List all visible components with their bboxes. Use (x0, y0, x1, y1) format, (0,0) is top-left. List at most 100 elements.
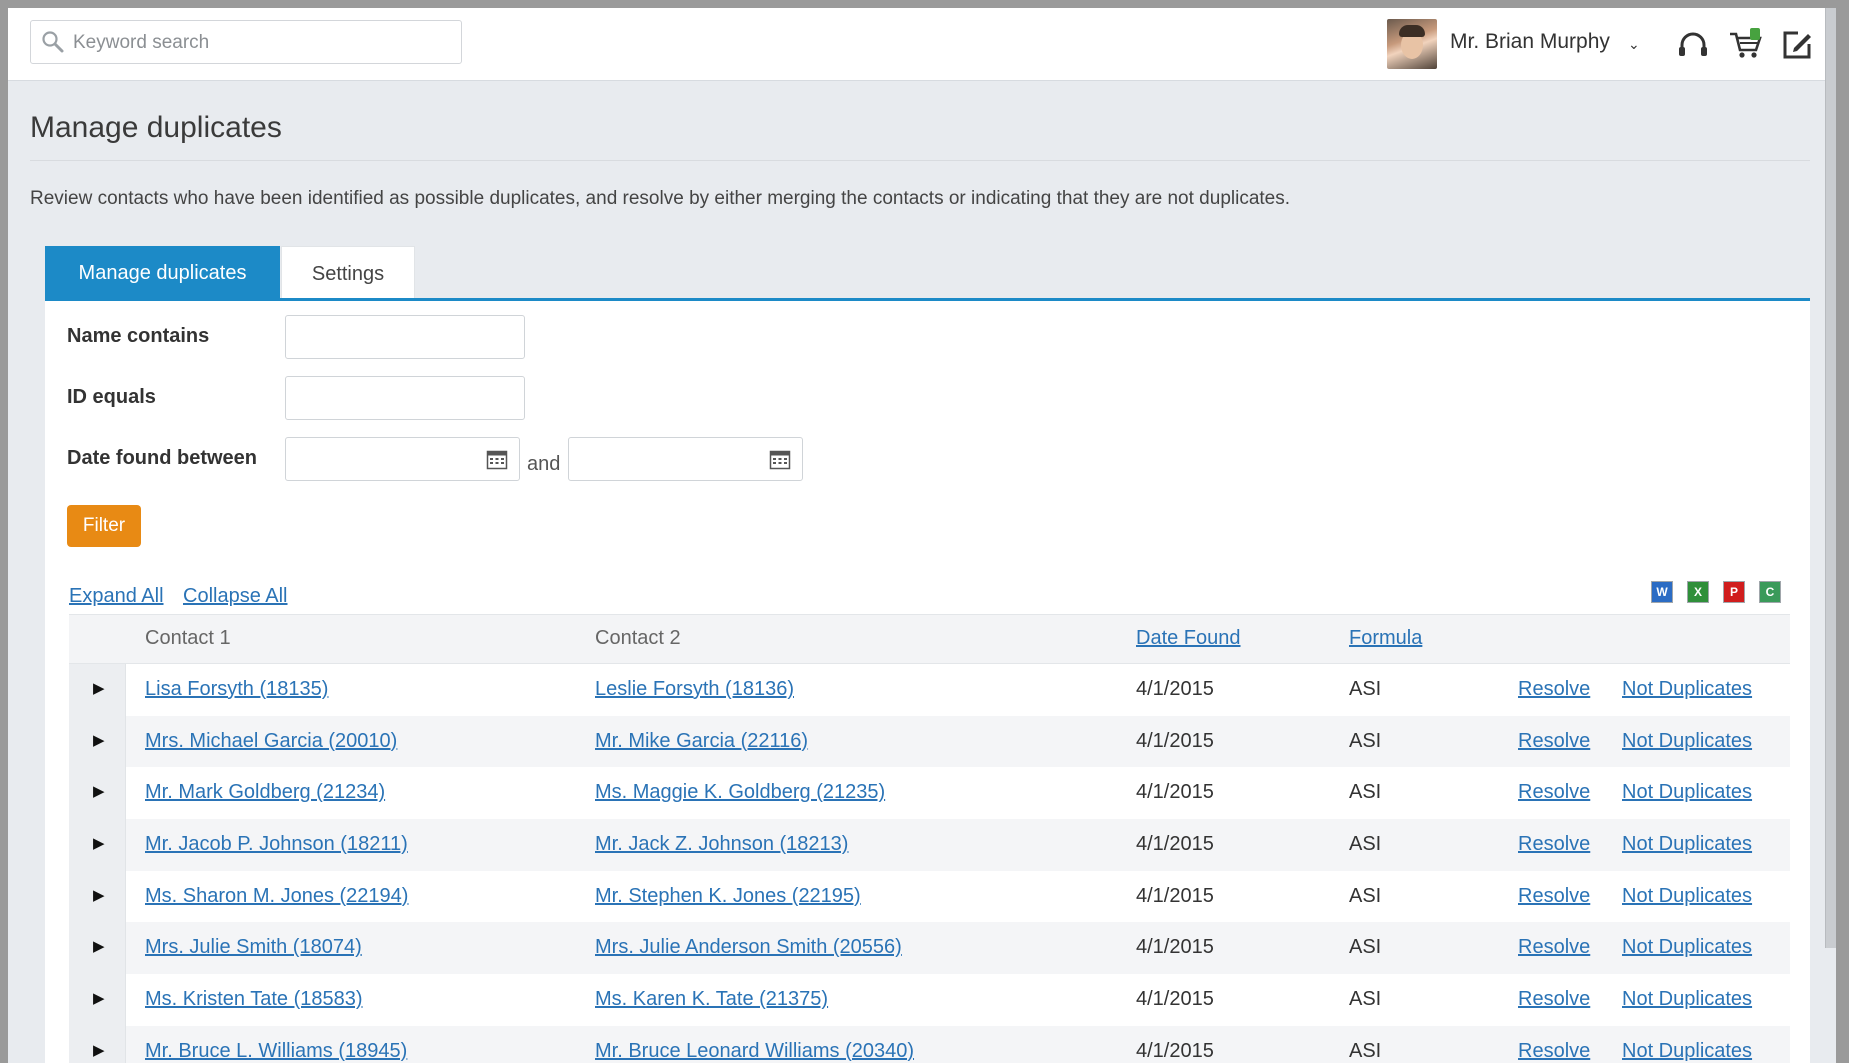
date-found-value: 4/1/2015 (1136, 1039, 1214, 1062)
excel-export-icon[interactable]: X (1687, 581, 1709, 603)
page-description: Review contacts who have been identified… (30, 188, 1291, 209)
pdf-export-icon[interactable]: P (1723, 581, 1745, 603)
expand-row-toggle[interactable]: ▶ (69, 1025, 126, 1063)
expand-row-toggle[interactable]: ▶ (69, 664, 126, 716)
title-divider (30, 160, 1810, 161)
not-duplicates-link[interactable]: Not Duplicates (1622, 1040, 1752, 1063)
formula-value: ASI (1349, 1039, 1382, 1062)
word-export-icon[interactable]: W (1651, 581, 1673, 603)
formula-value: ASI (1349, 833, 1382, 856)
date-found-value: 4/1/2015 (1136, 936, 1214, 959)
contact-2-link[interactable]: Mr. Bruce Leonard Williams (20340) (595, 1040, 914, 1063)
not-duplicates-link[interactable]: Not Duplicates (1622, 988, 1752, 1011)
resolve-link[interactable]: Resolve (1518, 678, 1590, 701)
and-label: and (527, 453, 561, 475)
contact-1-link[interactable]: Mrs. Michael Garcia (20010) (145, 730, 397, 753)
not-duplicates-link[interactable]: Not Duplicates (1622, 781, 1752, 804)
formula-value: ASI (1349, 936, 1382, 959)
keyword-search-box[interactable] (30, 20, 462, 64)
not-duplicates-link[interactable]: Not Duplicates (1622, 833, 1752, 856)
column-date-found[interactable]: Date Found (1136, 627, 1241, 650)
resolve-link[interactable]: Resolve (1518, 730, 1590, 753)
resolve-link[interactable]: Resolve (1518, 781, 1590, 804)
expand-arrow-icon[interactable]: ▶ (93, 1041, 105, 1059)
expand-row-toggle[interactable]: ▶ (69, 974, 126, 1026)
expand-row-toggle[interactable]: ▶ (69, 767, 126, 820)
id-equals-input[interactable] (285, 376, 525, 420)
expand-all-link[interactable]: Expand All (69, 585, 164, 608)
name-contains-input[interactable] (285, 315, 525, 359)
chevron-down-icon[interactable]: ⌄ (1628, 36, 1640, 53)
expand-arrow-icon[interactable]: ▶ (93, 989, 105, 1007)
contact-1-link[interactable]: Mr. Bruce L. Williams (18945) (145, 1040, 407, 1063)
user-name[interactable]: Mr. Brian Murphy (1450, 30, 1610, 54)
id-equals-label: ID equals (67, 386, 156, 408)
expand-row-toggle[interactable]: ▶ (69, 819, 126, 871)
contact-1-link[interactable]: Ms. Kristen Tate (18583) (145, 988, 363, 1011)
expand-arrow-icon[interactable]: ▶ (93, 679, 105, 697)
resolve-link[interactable]: Resolve (1518, 885, 1590, 908)
contact-2-link[interactable]: Ms. Karen K. Tate (21375) (595, 988, 828, 1011)
expand-arrow-icon[interactable]: ▶ (93, 886, 105, 904)
collapse-all-link[interactable]: Collapse All (183, 585, 288, 608)
csv-export-icon[interactable]: C (1759, 581, 1781, 603)
contact-2-link[interactable]: Mr. Jack Z. Johnson (18213) (595, 833, 848, 856)
table-row: ▶ Lisa Forsyth (18135) Leslie Forsyth (181… (69, 664, 1790, 716)
resolve-link[interactable]: Resolve (1518, 936, 1590, 959)
resolve-link[interactable]: Resolve (1518, 1040, 1590, 1063)
contact-1-link[interactable]: Ms. Sharon M. Jones (22194) (145, 885, 408, 908)
table-row: ▶ Ms. Sharon M. Jones (22194) Mr. Stephen … (69, 870, 1790, 923)
edit-icon[interactable] (1780, 28, 1814, 67)
calendar-icon[interactable] (486, 448, 508, 475)
grid-header: Contact 1 Contact 2 Date Found Formula (69, 614, 1790, 664)
search-icon (42, 31, 64, 53)
not-duplicates-link[interactable]: Not Duplicates (1622, 678, 1752, 701)
page-scrollbar[interactable] (1825, 8, 1836, 948)
headset-support-icon[interactable] (1676, 30, 1710, 67)
name-contains-label: Name contains (67, 325, 210, 347)
contact-1-link[interactable]: Mrs. Julie Smith (18074) (145, 936, 362, 959)
resolve-link[interactable]: Resolve (1518, 988, 1590, 1011)
expand-arrow-icon[interactable]: ▶ (93, 834, 105, 852)
expand-arrow-icon[interactable]: ▶ (93, 731, 105, 749)
date-found-value: 4/1/2015 (1136, 988, 1214, 1011)
column-formula[interactable]: Formula (1349, 627, 1422, 650)
not-duplicates-link[interactable]: Not Duplicates (1622, 885, 1752, 908)
date-found-label: Date found between (67, 447, 258, 469)
expand-row-toggle[interactable]: ▶ (69, 922, 126, 975)
not-duplicates-link[interactable]: Not Duplicates (1622, 936, 1752, 959)
expand-row-toggle[interactable]: ▶ (69, 870, 126, 923)
contact-2-link[interactable]: Ms. Maggie K. Goldberg (21235) (595, 781, 885, 804)
user-avatar[interactable] (1387, 19, 1437, 69)
contact-1-link[interactable]: Lisa Forsyth (18135) (145, 678, 328, 701)
cart-icon[interactable] (1728, 26, 1764, 67)
expand-row-toggle[interactable]: ▶ (69, 715, 126, 768)
expand-arrow-icon[interactable]: ▶ (93, 937, 105, 955)
formula-value: ASI (1349, 729, 1382, 752)
tab-manage-duplicates[interactable]: Manage duplicates (45, 246, 280, 300)
calendar-icon[interactable] (769, 448, 791, 475)
contact-1-link[interactable]: Mr. Mark Goldberg (21234) (145, 781, 385, 804)
table-row: ▶ Mr. Jacob P. Johnson (18211) Mr. Jack Z.… (69, 819, 1790, 871)
date-to-field[interactable] (568, 437, 803, 481)
tab-settings[interactable]: Settings (281, 246, 415, 300)
table-row: ▶ Mr. Bruce L. Williams (18945) Mr. Bruce … (69, 1025, 1790, 1063)
date-found-value: 4/1/2015 (1136, 781, 1214, 804)
resolve-link[interactable]: Resolve (1518, 833, 1590, 856)
formula-value: ASI (1349, 884, 1382, 907)
table-row: ▶ Mrs. Julie Smith (18074) Mrs. Julie Ande… (69, 922, 1790, 975)
contact-2-link[interactable]: Mrs. Julie Anderson Smith (20556) (595, 936, 902, 959)
date-found-value: 4/1/2015 (1136, 884, 1214, 907)
contact-1-link[interactable]: Mr. Jacob P. Johnson (18211) (145, 833, 408, 856)
date-from-field[interactable] (285, 437, 520, 481)
keyword-search-input[interactable] (71, 27, 455, 59)
contact-2-link[interactable]: Mr. Mike Garcia (22116) (595, 730, 808, 753)
not-duplicates-link[interactable]: Not Duplicates (1622, 730, 1752, 753)
expand-arrow-icon[interactable]: ▶ (93, 782, 105, 800)
grid-body: ▶ Lisa Forsyth (18135) Leslie Forsyth (181… (69, 664, 1790, 1063)
top-bar: Mr. Brian Murphy ⌄ (8, 8, 1836, 81)
filter-button[interactable]: Filter (67, 505, 141, 547)
contact-2-link[interactable]: Mr. Stephen K. Jones (22195) (595, 885, 861, 908)
page-title: Manage duplicates (30, 111, 282, 144)
contact-2-link[interactable]: Leslie Forsyth (18136) (595, 678, 794, 701)
